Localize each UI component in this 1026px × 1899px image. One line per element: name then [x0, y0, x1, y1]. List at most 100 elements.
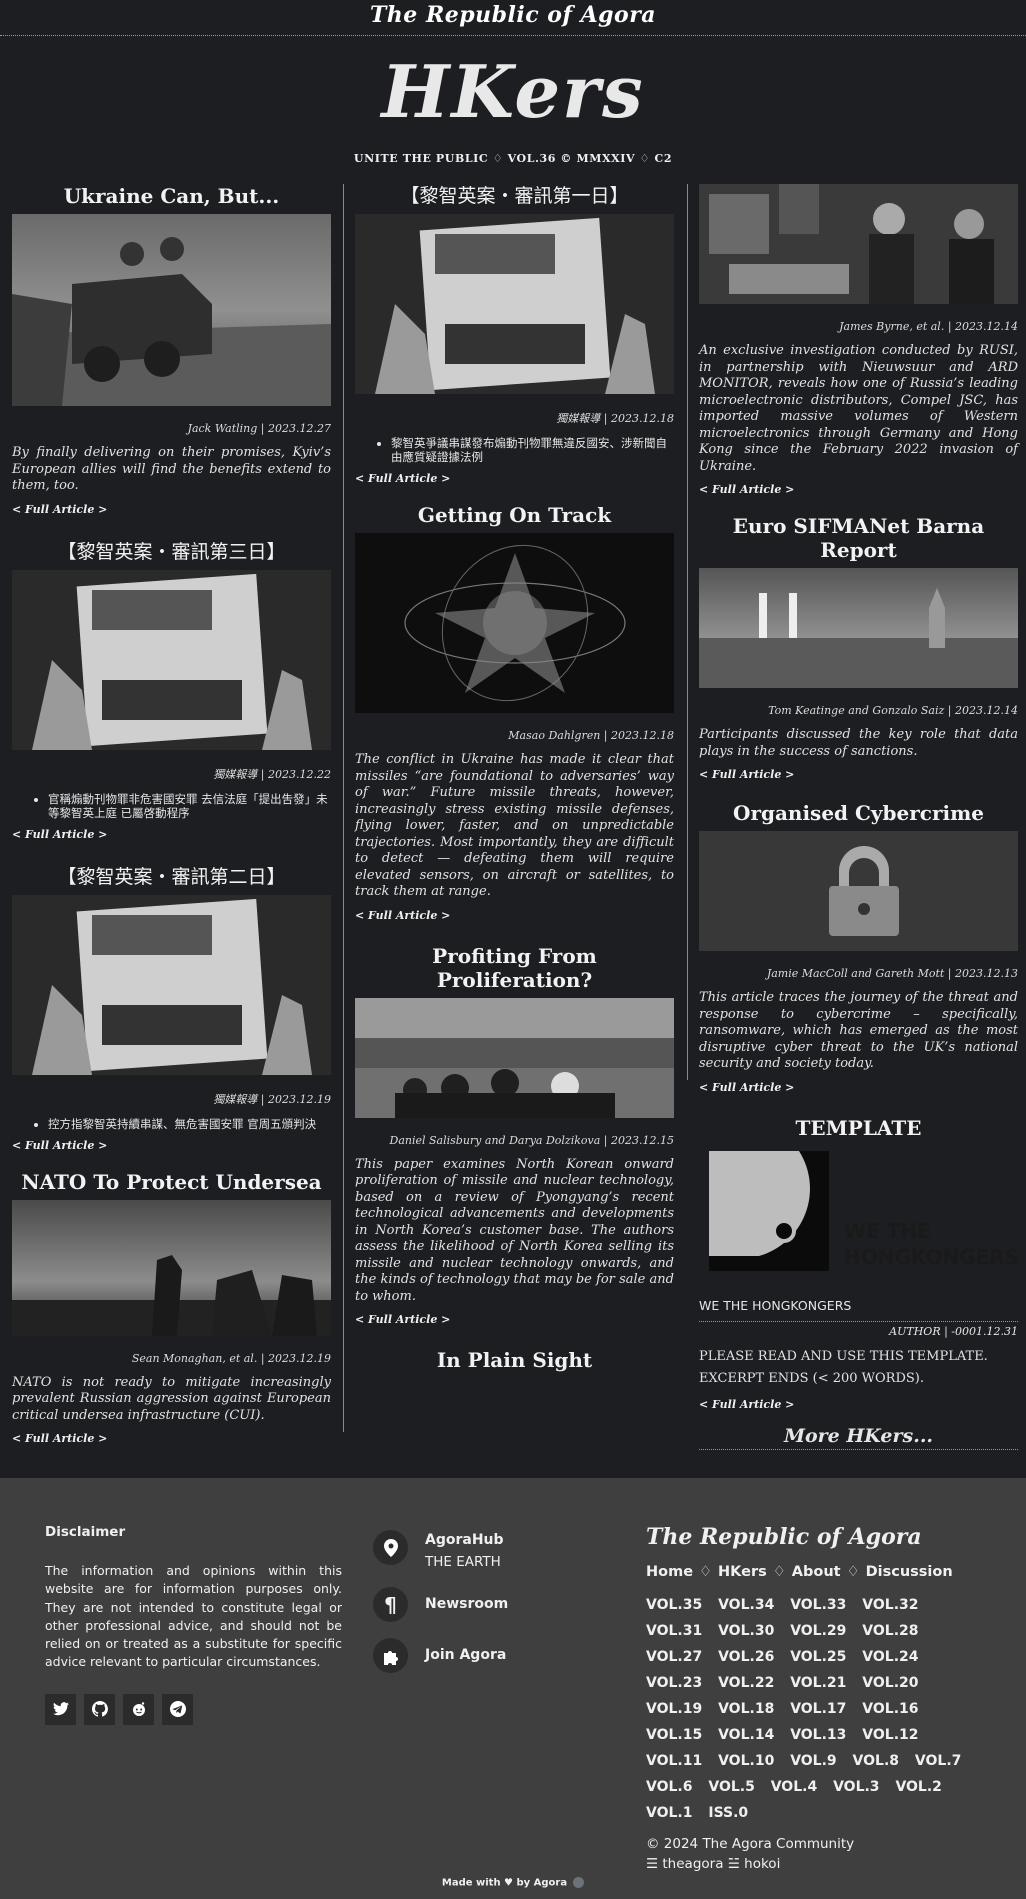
volume-link[interactable]: VOL.17 [790, 1701, 846, 1717]
article-title[interactable]: Getting On Track [355, 503, 674, 527]
volume-link[interactable]: VOL.9 [790, 1753, 836, 1769]
article-image[interactable] [12, 894, 331, 1075]
full-article-link[interactable]: < Full Article > [699, 1398, 1018, 1411]
template-logo-image[interactable]: WE THE HONGKONGERS [699, 1145, 1018, 1276]
nav-hkers[interactable]: HKers [718, 1564, 767, 1580]
article-image[interactable] [12, 569, 331, 750]
nav-home[interactable]: Home [646, 1564, 693, 1580]
volume-link[interactable]: VOL.7 [915, 1753, 961, 1769]
article-title[interactable]: TEMPLATE [699, 1116, 1018, 1140]
article-title[interactable]: 【黎智英案・審訊第三日】 [12, 540, 331, 564]
article-card: Organised Cybercrime Jamie MacColl and G… [699, 801, 1018, 1094]
volume-link[interactable]: VOL.23 [646, 1675, 702, 1691]
article-image[interactable] [12, 1199, 331, 1336]
volume-link[interactable]: VOL.6 [646, 1779, 692, 1795]
article-byline: Daniel Salisbury and Darya Dolzikova | 2… [389, 1133, 674, 1147]
agorahub-link[interactable]: AgoraHub THE EARTH [373, 1530, 623, 1571]
article-title[interactable]: Ukraine Can, But... [12, 184, 331, 208]
article-title[interactable]: 【黎智英案・審訊第一日】 [355, 184, 674, 208]
volume-link[interactable]: VOL.12 [862, 1727, 918, 1743]
volume-link[interactable]: VOL.27 [646, 1649, 702, 1665]
article-image[interactable] [699, 184, 1018, 304]
full-article-link[interactable]: < Full Article > [12, 1139, 331, 1152]
twitter-icon[interactable] [45, 1693, 76, 1725]
disclaimer-text: The information and opinions within this… [45, 1563, 342, 1670]
article-excerpt: This article traces the journey of the t… [699, 990, 1018, 1071]
volume-link[interactable]: VOL.26 [718, 1649, 774, 1665]
volume-link[interactable]: VOL.19 [646, 1701, 702, 1717]
footer-links: AgoraHub THE EARTH ¶ Newsroom Join Agora [373, 1530, 623, 1689]
article-title[interactable]: In Plain Sight [355, 1348, 674, 1372]
volume-link[interactable]: VOL.28 [862, 1623, 918, 1639]
join-agora-link[interactable]: Join Agora [373, 1638, 623, 1673]
column-right: James Byrne, et al. | 2023.12.14 An excl… [699, 184, 1018, 1450]
volume-link[interactable]: VOL.21 [790, 1675, 846, 1691]
volume-link[interactable]: VOL.29 [790, 1623, 846, 1639]
nav-discussion[interactable]: Discussion [866, 1564, 953, 1580]
nav-about[interactable]: About [792, 1564, 841, 1580]
footer-brand[interactable]: The Republic of Agora [646, 1524, 996, 1550]
volume-link[interactable]: VOL.32 [862, 1597, 918, 1613]
volume-link[interactable]: VOL.35 [646, 1597, 702, 1613]
article-image[interactable] [12, 214, 331, 406]
volume-link[interactable]: VOL.10 [718, 1753, 774, 1769]
agorahub-label: AgoraHub [425, 1532, 504, 1548]
article-title[interactable]: Euro SIFMANet Barna Report [699, 514, 1018, 562]
volume-link[interactable]: VOL.14 [718, 1727, 774, 1743]
volume-link[interactable]: VOL.24 [862, 1649, 918, 1665]
full-article-link[interactable]: < Full Article > [355, 472, 674, 485]
volume-link[interactable]: VOL.22 [718, 1675, 774, 1691]
article-title[interactable]: Organised Cybercrime [699, 801, 1018, 825]
more-hkers-link[interactable]: More HKers... [699, 1425, 1018, 1450]
masthead-title[interactable]: HKers [381, 49, 644, 134]
made-with: Made with ♥ by Agora [0, 1877, 1026, 1889]
article-image[interactable] [355, 214, 674, 394]
article-image[interactable] [355, 533, 674, 713]
volume-link[interactable]: VOL.33 [790, 1597, 846, 1613]
full-article-link[interactable]: < Full Article > [699, 483, 1018, 496]
article-byline: James Byrne, et al. | 2023.12.14 [839, 320, 1018, 333]
article-title[interactable]: NATO To Protect Undersea [12, 1170, 331, 1194]
volume-link[interactable]: VOL.16 [862, 1701, 918, 1717]
newsroom-link[interactable]: ¶ Newsroom [373, 1587, 623, 1622]
volume-link[interactable]: VOL.15 [646, 1727, 702, 1743]
volume-link[interactable]: VOL.1 [646, 1805, 692, 1821]
github-icon[interactable] [84, 1693, 115, 1725]
full-article-link[interactable]: < Full Article > [355, 909, 674, 922]
full-article-link[interactable]: < Full Article > [699, 768, 1018, 781]
column-divider [687, 184, 688, 1080]
volume-link[interactable]: VOL.4 [771, 1779, 817, 1795]
full-article-link[interactable]: < Full Article > [12, 1432, 331, 1445]
full-article-link[interactable]: < Full Article > [12, 503, 331, 516]
volume-link[interactable]: VOL.34 [718, 1597, 774, 1613]
volume-link[interactable]: VOL.2 [895, 1779, 941, 1795]
full-article-link[interactable]: < Full Article > [699, 1081, 1018, 1094]
reddit-icon[interactable] [123, 1693, 154, 1725]
volume-link[interactable]: VOL.11 [646, 1753, 702, 1769]
volume-link[interactable]: VOL.18 [718, 1701, 774, 1717]
volume-link[interactable]: VOL.13 [790, 1727, 846, 1743]
footer-disclaimer: Disclaimer The information and opinions … [45, 1524, 342, 1725]
masthead: HKers [0, 50, 1026, 134]
article-title[interactable]: Profiting From Proliferation? [355, 944, 674, 992]
full-article-link[interactable]: < Full Article > [355, 1313, 674, 1326]
volume-link[interactable]: VOL.31 [646, 1623, 702, 1639]
article-image[interactable] [355, 997, 674, 1118]
telegram-icon[interactable] [162, 1693, 193, 1725]
full-article-link[interactable]: < Full Article > [12, 828, 331, 841]
article-image[interactable] [699, 831, 1018, 951]
volume-link[interactable]: VOL.20 [862, 1675, 918, 1691]
article-title[interactable]: 【黎智英案・審訊第二日】 [12, 865, 331, 889]
volume-link[interactable]: VOL.5 [708, 1779, 754, 1795]
article-byline: Masao Dahlgren | 2023.12.18 [508, 729, 674, 742]
volume-link[interactable]: ISS.0 [708, 1805, 748, 1821]
volume-link[interactable]: VOL.8 [853, 1753, 899, 1769]
article-image[interactable] [699, 568, 1018, 688]
status-dot-icon [573, 1877, 585, 1888]
volume-link[interactable]: VOL.30 [718, 1623, 774, 1639]
template-text: EXCERPT ENDS (< 200 WORDS). [699, 1370, 924, 1386]
nav-separator: ♢ [699, 1564, 713, 1580]
volume-link[interactable]: VOL.25 [790, 1649, 846, 1665]
volume-link[interactable]: VOL.3 [833, 1779, 879, 1795]
site-title-link[interactable]: The Republic of Agora [370, 2, 656, 28]
